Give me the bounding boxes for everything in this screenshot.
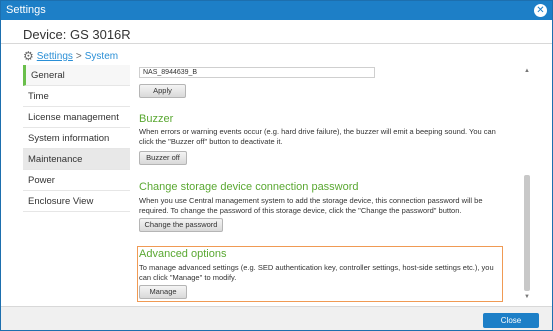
window-title: Settings	[6, 4, 46, 16]
sidebar-item-power[interactable]: Power	[23, 170, 130, 191]
buzzer-off-button[interactable]: Buzzer off	[139, 151, 187, 165]
hostname-field[interactable]: NAS_8944639_B	[139, 67, 375, 78]
apply-button[interactable]: Apply	[139, 84, 186, 98]
title-bar: Settings ✕	[1, 1, 552, 20]
scrollbar-thumb[interactable]	[524, 175, 530, 291]
advanced-title: Advanced options	[139, 248, 227, 260]
buzzer-description: When errors or warning events occur (e.g…	[139, 127, 496, 146]
password-description: When you use Central management system t…	[139, 196, 483, 215]
breadcrumb-current: System	[84, 50, 119, 62]
advanced-description: To manage advanced settings (e.g. SED au…	[139, 263, 494, 282]
breadcrumb-separator: >	[75, 50, 82, 62]
scrollbar[interactable]: ▲ ▼	[523, 65, 531, 301]
change-password-button[interactable]: Change the password	[139, 218, 223, 232]
breadcrumb-settings-link[interactable]: Settings	[37, 51, 73, 62]
divider	[1, 43, 552, 44]
settings-window: Settings ✕ Device: GS 3016R ⚙ Settings >…	[0, 0, 553, 331]
sidebar-item-system-information[interactable]: System information	[23, 128, 130, 149]
settings-content: NAS_8944639_B Apply Buzzer When errors o…	[135, 65, 533, 303]
gear-icon: ⚙	[23, 49, 34, 63]
close-icon[interactable]: ✕	[534, 4, 547, 17]
footer: Close	[1, 306, 552, 330]
manage-button[interactable]: Manage	[139, 285, 187, 299]
buzzer-title: Buzzer	[139, 113, 174, 125]
breadcrumb: ⚙ Settings > System	[23, 49, 118, 63]
sidebar-item-license-management[interactable]: License management	[23, 107, 130, 128]
sidebar-item-maintenance[interactable]: Maintenance	[23, 149, 130, 170]
sidebar-item-enclosure-view[interactable]: Enclosure View	[23, 191, 130, 212]
device-label: Device: GS 3016R	[23, 27, 131, 42]
sidebar-item-general[interactable]: General	[23, 65, 130, 86]
sidebar-item-time[interactable]: Time	[23, 86, 130, 107]
close-button[interactable]: Close	[483, 313, 539, 328]
sidebar: General Time License management System i…	[23, 65, 130, 212]
password-title: Change storage device connection passwor…	[139, 181, 359, 193]
scroll-up-icon[interactable]: ▲	[523, 67, 531, 75]
scroll-down-icon[interactable]: ▼	[523, 293, 531, 301]
